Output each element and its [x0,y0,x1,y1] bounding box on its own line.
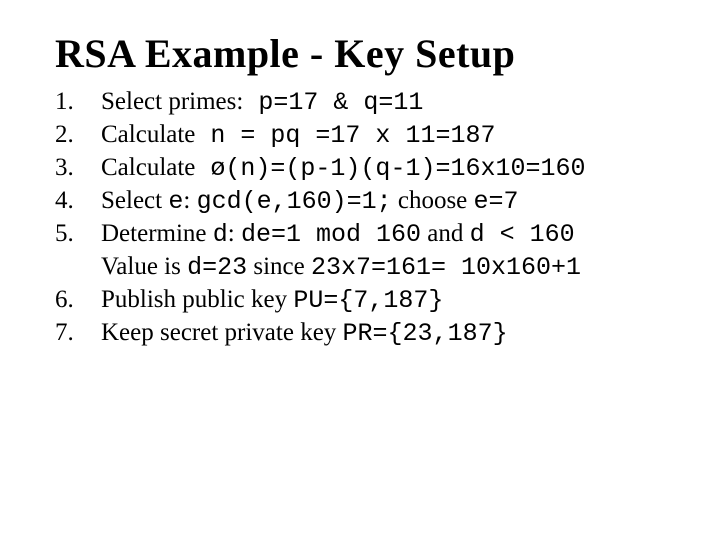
step-4-e7: e=7 [474,187,519,216]
step-6-pu: PU={7,187} [293,286,443,315]
step-5-var-d: d [213,220,228,249]
step-5-and: and [421,220,470,247]
step-4-var-e: e [168,187,183,216]
step-3-lead: Calculate [101,154,195,181]
step-1-expr: p=17 & q=11 [243,88,423,117]
step-5-prod: 23x7=161= 10x160+1 [311,253,581,282]
slide: RSA Example - Key Setup Select primes: p… [0,0,720,540]
step-7: Keep secret private key PR={23,187} [55,317,680,350]
step-1: Select primes: p=17 & q=11 [55,86,680,119]
step-5-colon: : [228,220,241,247]
slide-title: RSA Example - Key Setup [55,32,680,76]
step-1-lead: Select primes: [101,88,243,115]
step-4-gcd: gcd(e,160)=1; [197,187,392,216]
step-4-choose: choose [392,187,474,214]
step-5-value: Value is [101,253,187,280]
step-2-expr: n = pq =17 x 11=187 [195,121,495,150]
step-5-lead: Determine [101,220,213,247]
step-6: Publish public key PU={7,187} [55,284,680,317]
step-3: Calculate ø(n)=(p-1)(q-1)=16x10=160 [55,152,680,185]
steps-list: Select primes: p=17 & q=11 Calculate n =… [55,86,680,350]
step-4-colon: : [183,187,196,214]
step-4: Select e: gcd(e,160)=1; choose e=7 [55,185,680,218]
step-5-dlt: d < 160 [470,220,575,249]
step-6-lead: Publish public key [101,286,293,313]
step-4-lead: Select [101,187,168,214]
step-2-lead: Calculate [101,121,195,148]
step-2: Calculate n = pq =17 x 11=187 [55,119,680,152]
step-5: Determine d: de=1 mod 160 and d < 160 Va… [55,218,680,284]
step-7-lead: Keep secret private key [101,319,343,346]
step-3-expr: ø(n)=(p-1)(q-1)=16x10=160 [195,154,585,183]
step-5-d23: d=23 [187,253,247,282]
step-7-pr: PR={23,187} [343,319,508,348]
step-5-de: de=1 mod 160 [241,220,421,249]
step-5-since: since [247,253,311,280]
